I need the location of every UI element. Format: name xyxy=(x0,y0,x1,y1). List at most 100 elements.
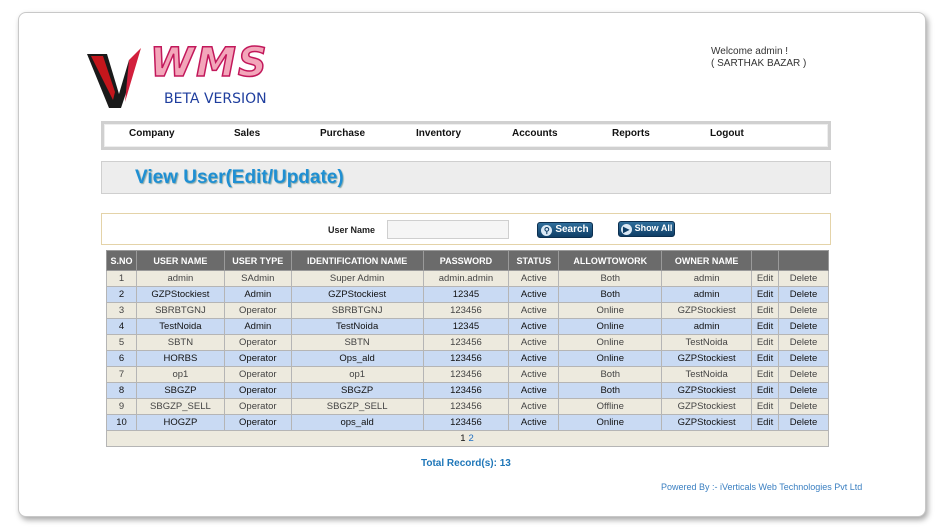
delete-link[interactable]: Delete xyxy=(778,270,829,287)
edit-link[interactable]: Edit xyxy=(751,270,780,287)
table-row: 3 SBRBTGNJ Operator SBRBTGNJ 123456 Active Onl… xyxy=(106,302,829,319)
cell-sno: 2 xyxy=(106,286,137,303)
cell-user-name: SBGZP xyxy=(135,382,225,399)
cell-status: Active xyxy=(508,350,560,367)
delete-link[interactable]: Delete xyxy=(778,382,829,399)
cell-allowtowork: Online xyxy=(558,302,663,319)
search-icon: ⚲ xyxy=(541,225,553,236)
nav-company[interactable]: Company xyxy=(129,128,175,139)
table-row: 4 TestNoida Admin TestNoida 12345 Active Onlin… xyxy=(106,318,829,335)
logo-text: WMS xyxy=(149,39,269,87)
cell-allowtowork: Online xyxy=(558,334,663,351)
cell-allowtowork: Both xyxy=(558,366,663,383)
cell-user-name: op1 xyxy=(135,366,225,383)
cell-status: Active xyxy=(508,318,560,335)
cell-identification-name: SBGZP xyxy=(290,382,424,399)
edit-link[interactable]: Edit xyxy=(751,350,780,367)
delete-link[interactable]: Delete xyxy=(778,286,829,303)
cell-user-name: SBRBTGNJ xyxy=(135,302,225,319)
cell-password: 123456 xyxy=(422,366,510,383)
cell-user-type: Admin xyxy=(223,286,292,303)
cell-status: Active xyxy=(508,366,560,383)
cell-password: 123456 xyxy=(422,414,510,431)
cell-sno: 3 xyxy=(106,302,137,319)
cell-allowtowork: Both xyxy=(558,270,663,287)
cell-password: 123456 xyxy=(422,398,510,415)
cell-status: Active xyxy=(508,398,560,415)
cell-allowtowork: Offline xyxy=(558,398,663,415)
delete-link[interactable]: Delete xyxy=(778,350,829,367)
col-user-type: USER TYPE xyxy=(223,250,292,271)
edit-link[interactable]: Edit xyxy=(751,382,780,399)
cell-allowtowork: Online xyxy=(558,414,663,431)
title-bar: View User(Edit/Update) xyxy=(101,161,831,194)
cell-owner-name: GZPStockiest xyxy=(661,382,753,399)
delete-link[interactable]: Delete xyxy=(778,318,829,335)
table-row: 5 SBTN Operator SBTN 123456 Active Online TestN… xyxy=(106,334,829,351)
cell-owner-name: GZPStockiest xyxy=(661,350,753,367)
nav-sales[interactable]: Sales xyxy=(234,128,260,139)
welcome-user: Welcome admin ! xyxy=(711,46,789,57)
delete-link[interactable]: Delete xyxy=(778,366,829,383)
cell-sno: 6 xyxy=(106,350,137,367)
nav-purchase[interactable]: Purchase xyxy=(320,128,365,139)
delete-link[interactable]: Delete xyxy=(778,398,829,415)
delete-link[interactable]: Delete xyxy=(778,334,829,351)
page-title: View User(Edit/Update) xyxy=(135,167,344,188)
cell-user-type: Operator xyxy=(223,398,292,415)
delete-link[interactable]: Delete xyxy=(778,414,829,431)
cell-status: Active xyxy=(508,382,560,399)
edit-link[interactable]: Edit xyxy=(751,318,780,335)
nav-accounts[interactable]: Accounts xyxy=(512,128,558,139)
edit-link[interactable]: Edit xyxy=(751,334,780,351)
edit-link[interactable]: Edit xyxy=(751,286,780,303)
search-button-label: Search xyxy=(555,224,589,235)
cell-allowtowork: Online xyxy=(558,318,663,335)
edit-link[interactable]: Edit xyxy=(751,398,780,415)
edit-link[interactable]: Edit xyxy=(751,302,780,319)
cell-identification-name: GZPStockiest xyxy=(290,286,424,303)
col-sno: S.NO xyxy=(106,250,137,271)
nav-inventory[interactable]: Inventory xyxy=(416,128,461,139)
welcome-message: Welcome admin ! ( SARTHAK BAZAR ) xyxy=(711,46,806,70)
nav-logout[interactable]: Logout xyxy=(710,128,744,139)
cell-user-type: Admin xyxy=(223,318,292,335)
cell-status: Active xyxy=(508,270,560,287)
cell-user-type: SAdmin xyxy=(223,270,292,287)
col-password: PASSWORD xyxy=(422,250,510,271)
cell-password: 123456 xyxy=(422,350,510,367)
cell-password: 123456 xyxy=(422,382,510,399)
cell-allowtowork: Both xyxy=(558,286,663,303)
cell-password: 123456 xyxy=(422,334,510,351)
table-row: 1 admin SAdmin Super Admin admin.admin Active… xyxy=(106,270,829,287)
nav-reports[interactable]: Reports xyxy=(612,128,650,139)
delete-link[interactable]: Delete xyxy=(778,302,829,319)
page-1: 1 xyxy=(460,433,466,444)
cell-identification-name: Ops_ald xyxy=(290,350,424,367)
cell-identification-name: SBGZP_SELL xyxy=(290,398,424,415)
cell-owner-name: TestNoida xyxy=(661,366,753,383)
edit-link[interactable]: Edit xyxy=(751,366,780,383)
total-records: Total Record(s): 13 xyxy=(421,458,511,469)
edit-link[interactable]: Edit xyxy=(751,414,780,431)
cell-allowtowork: Both xyxy=(558,382,663,399)
table-row: 10 HOGZP Operator ops_ald 123456 Active Online… xyxy=(106,414,829,431)
col-status: STATUS xyxy=(508,250,560,271)
cell-allowtowork: Online xyxy=(558,350,663,367)
show-all-button[interactable]: ▶ Show All xyxy=(618,221,675,237)
cell-user-name: SBTN xyxy=(135,334,225,351)
cell-owner-name: admin xyxy=(661,270,753,287)
col-identification-name: IDENTIFICATION NAME xyxy=(290,250,424,271)
users-table: S.NO USER NAME USER TYPE IDENTIFICATION … xyxy=(106,250,829,447)
cell-user-type: Operator xyxy=(223,302,292,319)
col-user-name: USER NAME xyxy=(135,250,225,271)
col-delete xyxy=(778,250,829,271)
cell-owner-name: TestNoida xyxy=(661,334,753,351)
cell-sno: 1 xyxy=(106,270,137,287)
pager: 12 xyxy=(106,430,829,447)
pager-row: 12 xyxy=(106,430,829,447)
user-name-label: User Name xyxy=(328,225,376,235)
search-button[interactable]: ⚲ Search xyxy=(537,222,593,238)
page-2-link[interactable]: 2 xyxy=(469,433,474,444)
user-name-input[interactable] xyxy=(387,220,509,239)
